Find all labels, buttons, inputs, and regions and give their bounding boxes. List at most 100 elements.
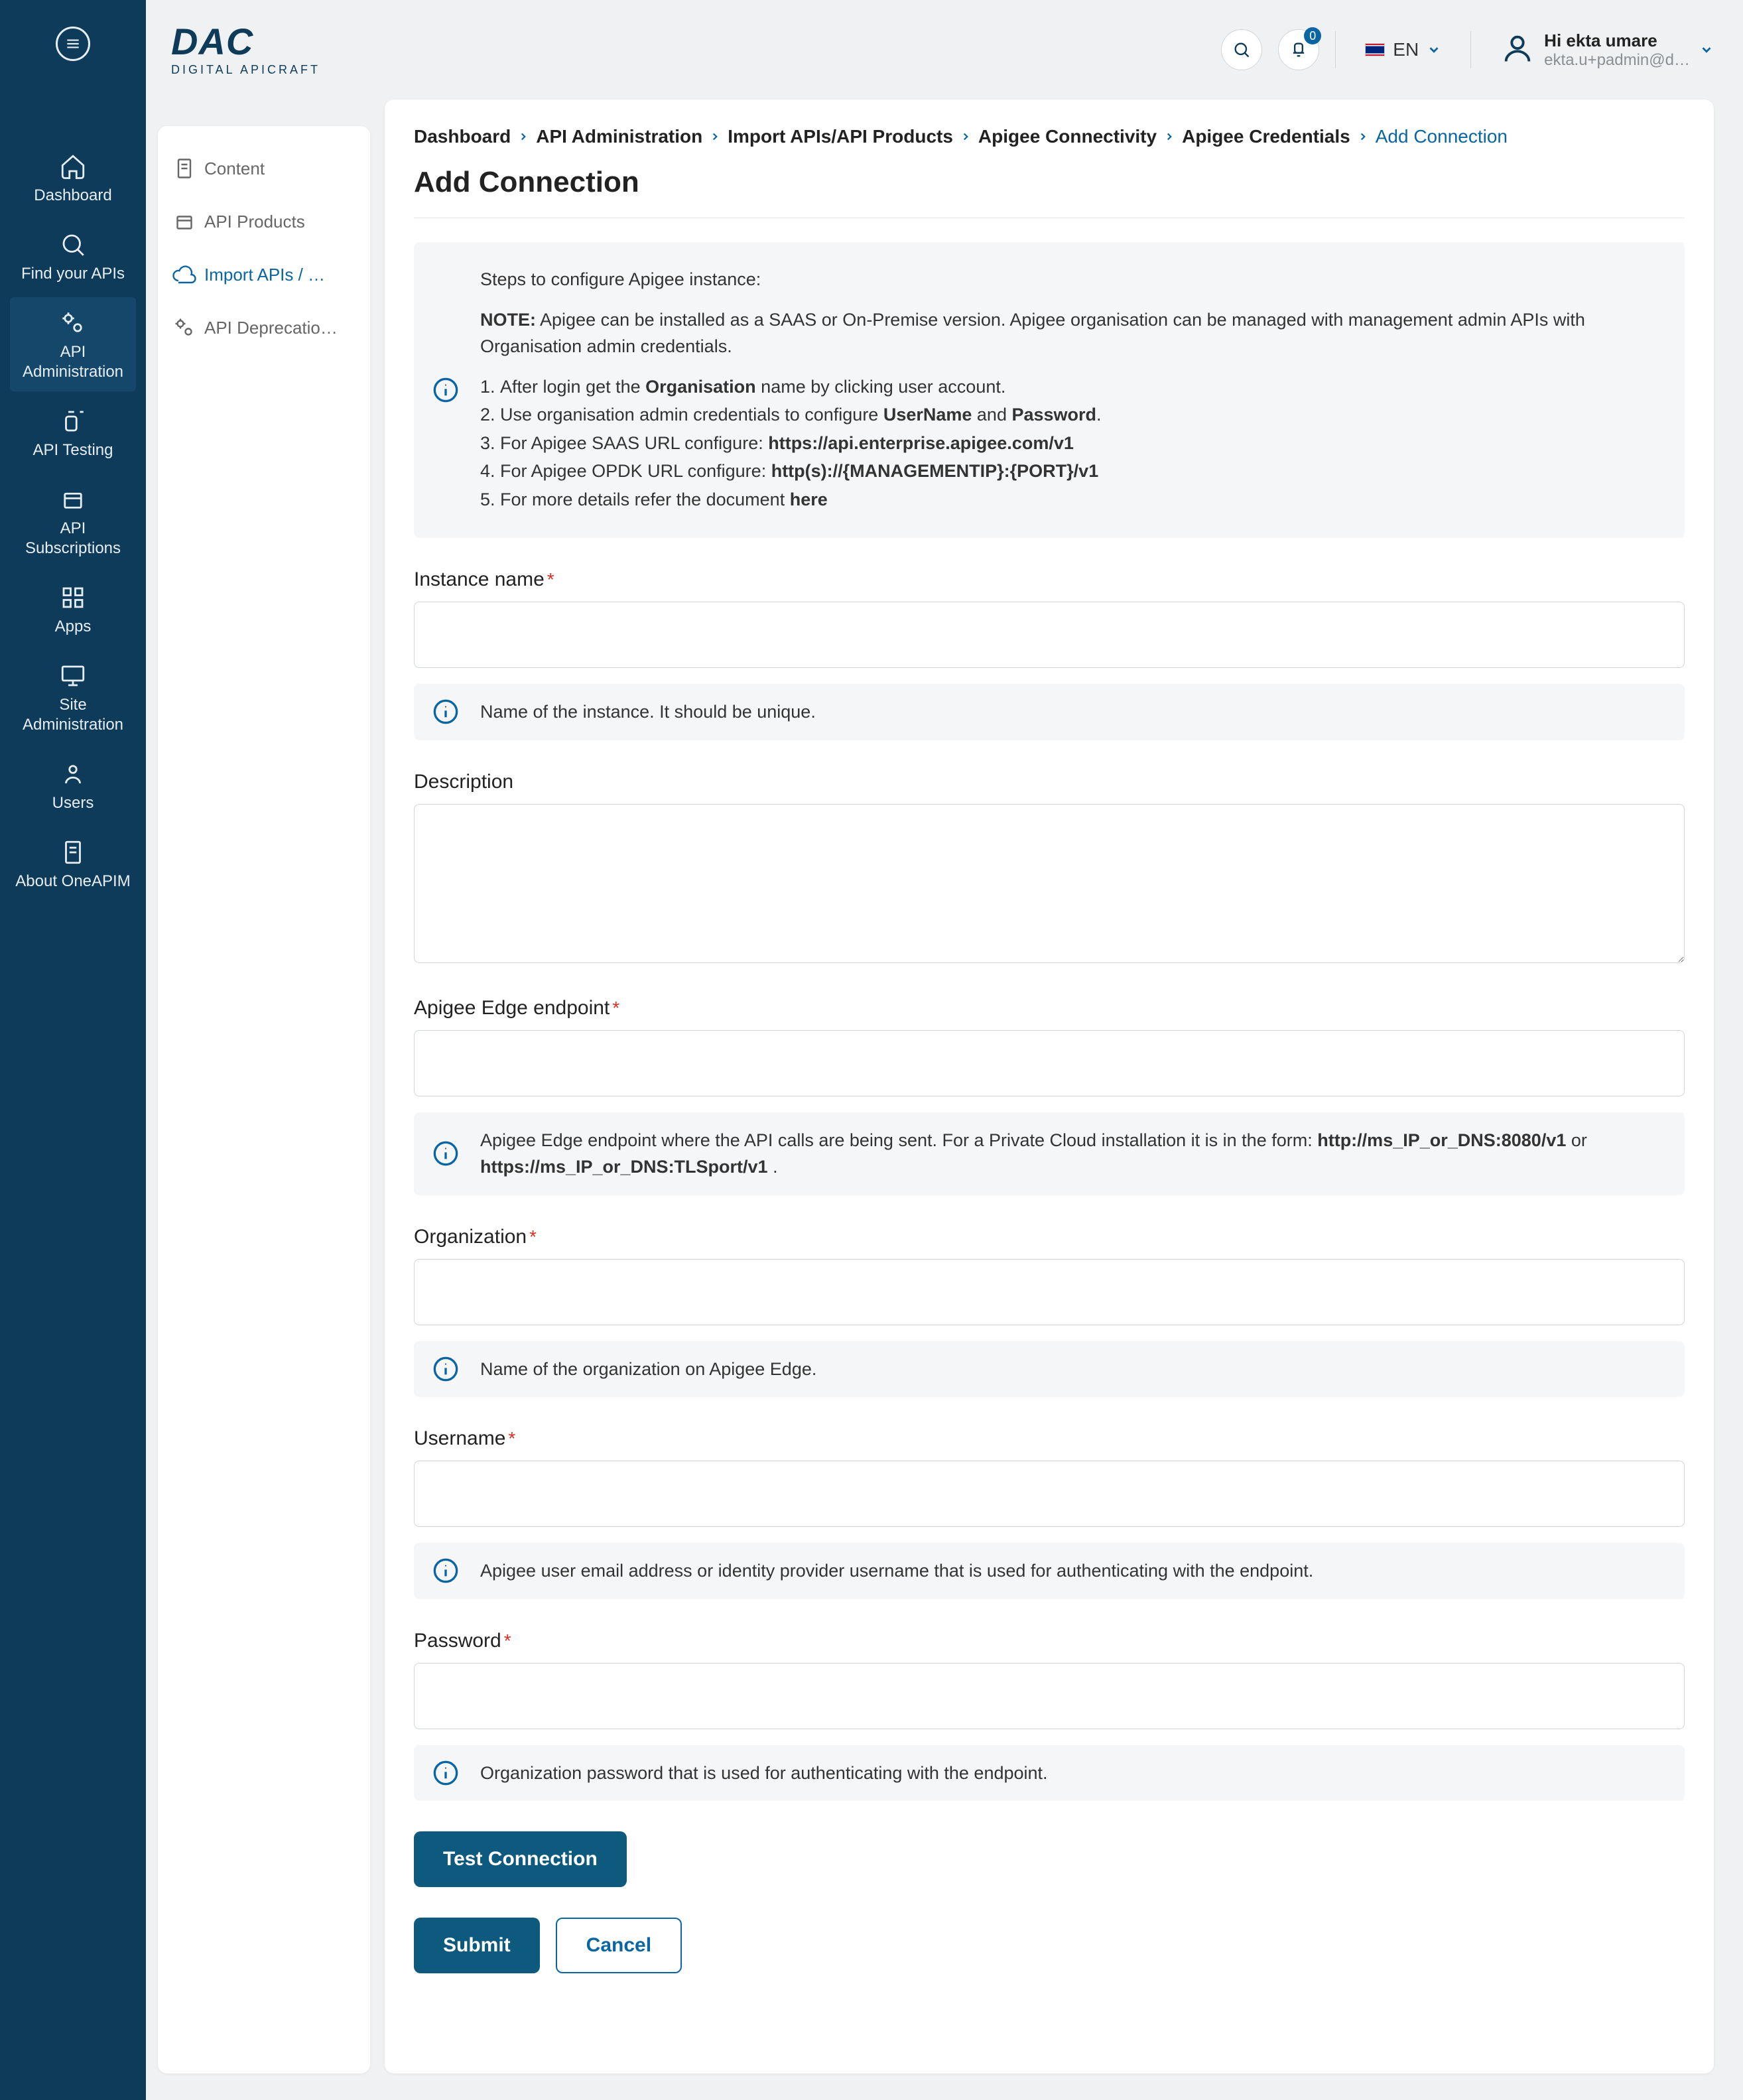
instance-name-label: Instance name*: [414, 568, 554, 591]
chevron-right-icon: [1357, 131, 1369, 143]
crumb-current: Add Connection: [1376, 126, 1508, 147]
subnav-label: API Products: [204, 212, 305, 232]
cloud-icon: [172, 263, 196, 287]
instance-name-input[interactable]: [414, 602, 1685, 668]
docs-link[interactable]: here: [790, 490, 828, 509]
grid-icon: [59, 584, 87, 612]
chevron-right-icon: [709, 131, 721, 143]
description-label: Description: [414, 771, 513, 793]
nav-site-admin[interactable]: Site Administration: [10, 650, 136, 744]
subnav-api-products[interactable]: API Products: [164, 195, 363, 248]
nav-api-testing[interactable]: API Testing: [10, 395, 136, 470]
flag-icon: [1365, 43, 1385, 56]
description-input[interactable]: [414, 804, 1685, 963]
nav-dashboard[interactable]: Dashboard: [10, 141, 136, 215]
subnav-api-deprecation[interactable]: API Deprecatio…: [164, 301, 363, 354]
search-icon: [59, 231, 87, 259]
steps-heading: Steps to configure Apigee instance:: [480, 266, 1655, 293]
cancel-button[interactable]: Cancel: [556, 1918, 682, 1973]
nav-label: Site Administration: [14, 695, 132, 735]
info-icon: [432, 1140, 459, 1167]
gears-icon: [172, 316, 196, 340]
breadcrumb: Dashboard API Administration Import APIs…: [414, 126, 1685, 147]
brand-tagline: DIGITAL APICRAFT: [171, 63, 320, 77]
flask-icon: [59, 407, 87, 435]
nav-label: API Administration: [14, 342, 132, 382]
nav-api-subs[interactable]: API Subscriptions: [10, 474, 136, 568]
language-selector[interactable]: EN: [1352, 39, 1454, 60]
subnav-label: Content: [204, 159, 265, 179]
chevron-right-icon: [1163, 131, 1175, 143]
nav-label: Users: [14, 793, 132, 813]
search-icon: [1232, 40, 1251, 59]
nav-users[interactable]: Users: [10, 748, 136, 822]
primary-sidebar: Dashboard Find your APIs API Administrat…: [0, 0, 146, 2100]
password-input[interactable]: [414, 1663, 1685, 1729]
nav-about[interactable]: About OneAPIM: [10, 826, 136, 901]
steps-info-box: Steps to configure Apigee instance: NOTE…: [414, 242, 1685, 538]
users-icon: [59, 760, 87, 788]
divider: [1335, 31, 1336, 68]
user-greeting: Hi ekta umare: [1544, 31, 1690, 51]
doc-icon: [59, 838, 87, 866]
info-icon: [432, 1356, 459, 1382]
brand-logo[interactable]: DAC DIGITAL APICRAFT: [171, 23, 371, 77]
subnav-content[interactable]: Content: [164, 142, 363, 195]
gears-icon: [59, 309, 87, 337]
nav-label: Apps: [14, 617, 132, 637]
password-label: Password*: [414, 1630, 511, 1652]
box-icon: [172, 210, 196, 233]
secondary-sidebar: Content API Products Import APIs / … API…: [158, 126, 370, 2073]
brand-name: DAC: [171, 23, 253, 60]
divider: [1470, 31, 1471, 68]
info-icon: [432, 377, 459, 403]
test-connection-button[interactable]: Test Connection: [414, 1831, 627, 1887]
info-icon: [432, 1760, 459, 1786]
page-title: Add Connection: [414, 166, 1685, 199]
endpoint-input[interactable]: [414, 1030, 1685, 1096]
organization-input[interactable]: [414, 1259, 1685, 1325]
endpoint-hint: Apigee Edge endpoint where the API calls…: [414, 1112, 1685, 1195]
subnav-label: Import APIs / …: [204, 265, 325, 285]
steps-list: After login get the Organisation name by…: [480, 373, 1655, 513]
crumb-api-admin[interactable]: API Administration: [536, 126, 702, 147]
crumb-credentials[interactable]: Apigee Credentials: [1182, 126, 1350, 147]
menu-toggle-button[interactable]: [56, 27, 90, 61]
info-icon: [432, 698, 459, 725]
subnav-label: API Deprecatio…: [204, 318, 338, 338]
notifications-button[interactable]: 0: [1278, 29, 1319, 70]
user-email: ekta.u+padmin@d…: [1544, 51, 1690, 70]
organization-label: Organization*: [414, 1226, 537, 1248]
user-menu[interactable]: Hi ekta umare ekta.u+padmin@d…: [1487, 31, 1714, 70]
chevron-right-icon: [960, 131, 972, 143]
nav-find-apis[interactable]: Find your APIs: [10, 219, 136, 293]
password-hint: Organization password that is used for a…: [414, 1745, 1685, 1802]
chevron-down-icon: [1427, 42, 1441, 57]
language-label: EN: [1393, 39, 1419, 60]
hamburger-icon: [64, 35, 82, 52]
nav-api-admin[interactable]: API Administration: [10, 297, 136, 391]
nav-label: Find your APIs: [14, 264, 132, 284]
crumb-dashboard[interactable]: Dashboard: [414, 126, 511, 147]
subnav-import-apis[interactable]: Import APIs / …: [164, 248, 363, 301]
crumb-import[interactable]: Import APIs/API Products: [728, 126, 953, 147]
submit-button[interactable]: Submit: [414, 1918, 540, 1973]
top-header: DAC DIGITAL APICRAFT 0 EN: [146, 0, 1743, 99]
nav-apps[interactable]: Apps: [10, 572, 136, 646]
chevron-down-icon: [1699, 42, 1714, 57]
crumb-connectivity[interactable]: Apigee Connectivity: [978, 126, 1157, 147]
house-icon: [59, 153, 87, 180]
instance-name-hint: Name of the instance. It should be uniqu…: [414, 684, 1685, 740]
avatar-icon: [1500, 31, 1535, 69]
nav-label: API Subscriptions: [14, 519, 132, 558]
nav-label: Dashboard: [14, 186, 132, 206]
username-input[interactable]: [414, 1461, 1685, 1527]
bell-icon: [1289, 40, 1308, 59]
organization-hint: Name of the organization on Apigee Edge.: [414, 1341, 1685, 1398]
info-icon: [432, 1557, 459, 1584]
username-hint: Apigee user email address or identity pr…: [414, 1543, 1685, 1599]
search-button[interactable]: [1221, 29, 1262, 70]
monitor-icon: [59, 662, 87, 690]
doc-icon: [172, 157, 196, 180]
note-label: NOTE:: [480, 310, 536, 330]
